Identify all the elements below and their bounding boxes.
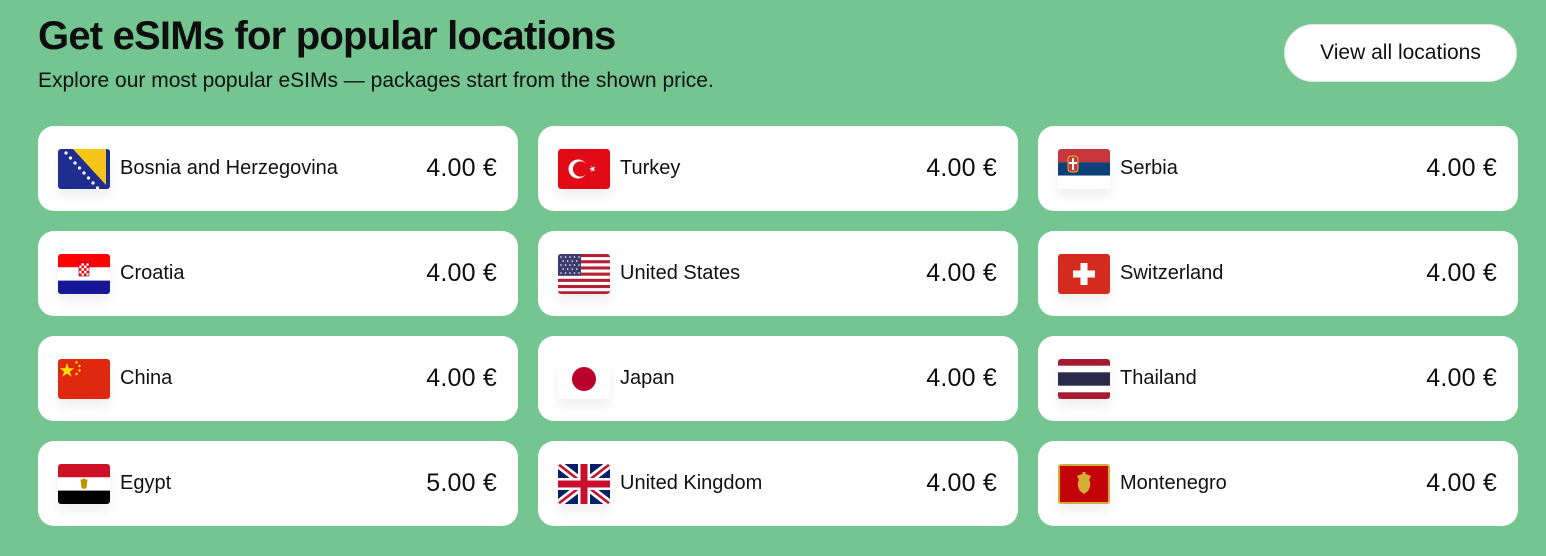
- location-price: 4.00 €: [926, 154, 997, 182]
- flag-japan-icon: [558, 358, 610, 399]
- location-price: 4.00 €: [426, 259, 497, 287]
- location-price: 4.00 €: [1426, 259, 1497, 287]
- location-name: United States: [620, 262, 741, 284]
- location-price: 4.00 €: [1426, 469, 1497, 497]
- flag-united-states-icon: [558, 253, 610, 294]
- locations-grid: Bosnia and Herzegovina 4.00 € Turkey 4.0…: [38, 126, 1518, 526]
- section-header: Get eSIMs for popular locations Explore …: [38, 12, 714, 94]
- location-card-croatia[interactable]: Croatia 4.00 €: [38, 231, 518, 316]
- location-price: 5.00 €: [426, 469, 497, 497]
- location-card-bosnia-and-herzegovina[interactable]: Bosnia and Herzegovina 4.00 €: [38, 126, 518, 211]
- location-card-united-states[interactable]: United States 4.00 €: [538, 231, 1018, 316]
- section-subtitle: Explore our most popular eSIMs — package…: [38, 69, 714, 92]
- flag-serbia-icon: [1058, 148, 1110, 189]
- flag-turkey-icon: [558, 148, 610, 189]
- location-name: Montenegro: [1120, 472, 1227, 494]
- location-price: 4.00 €: [1426, 364, 1497, 392]
- location-price: 4.00 €: [426, 154, 497, 182]
- location-card-montenegro[interactable]: Montenegro 4.00 €: [1038, 441, 1518, 526]
- location-name: Egypt: [120, 472, 172, 494]
- flag-china-icon: [58, 358, 110, 399]
- location-name: Serbia: [1120, 157, 1178, 179]
- location-price: 4.00 €: [926, 364, 997, 392]
- location-name: United Kingdom: [620, 472, 763, 494]
- location-name: Japan: [620, 367, 675, 389]
- location-card-serbia[interactable]: Serbia 4.00 €: [1038, 126, 1518, 211]
- flag-switzerland-icon: [1058, 253, 1110, 294]
- location-name: Turkey: [620, 157, 681, 179]
- location-name: Switzerland: [1120, 262, 1224, 284]
- location-name: China: [120, 367, 173, 389]
- flag-croatia-icon: [58, 253, 110, 294]
- location-price: 4.00 €: [926, 469, 997, 497]
- flag-bosnia-and-herzegovina-icon: [58, 148, 110, 189]
- location-card-turkey[interactable]: Turkey 4.00 €: [538, 126, 1018, 211]
- location-price: 4.00 €: [1426, 154, 1497, 182]
- location-price: 4.00 €: [426, 364, 497, 392]
- location-card-japan[interactable]: Japan 4.00 €: [538, 336, 1018, 421]
- location-card-thailand[interactable]: Thailand 4.00 €: [1038, 336, 1518, 421]
- location-card-egypt[interactable]: Egypt 5.00 €: [38, 441, 518, 526]
- view-all-locations-button[interactable]: View all locations: [1284, 24, 1517, 82]
- location-price: 4.00 €: [926, 259, 997, 287]
- location-card-china[interactable]: China 4.00 €: [38, 336, 518, 421]
- flag-united-kingdom-icon: [558, 463, 610, 504]
- flag-egypt-icon: [58, 463, 110, 504]
- location-name: Bosnia and Herzegovina: [120, 157, 338, 179]
- location-name: Thailand: [1120, 367, 1197, 389]
- section-title: Get eSIMs for popular locations: [38, 14, 616, 58]
- location-card-switzerland[interactable]: Switzerland 4.00 €: [1038, 231, 1518, 316]
- flag-montenegro-icon: [1058, 463, 1110, 504]
- location-card-united-kingdom[interactable]: United Kingdom 4.00 €: [538, 441, 1018, 526]
- flag-thailand-icon: [1058, 358, 1110, 399]
- location-name: Croatia: [120, 262, 185, 284]
